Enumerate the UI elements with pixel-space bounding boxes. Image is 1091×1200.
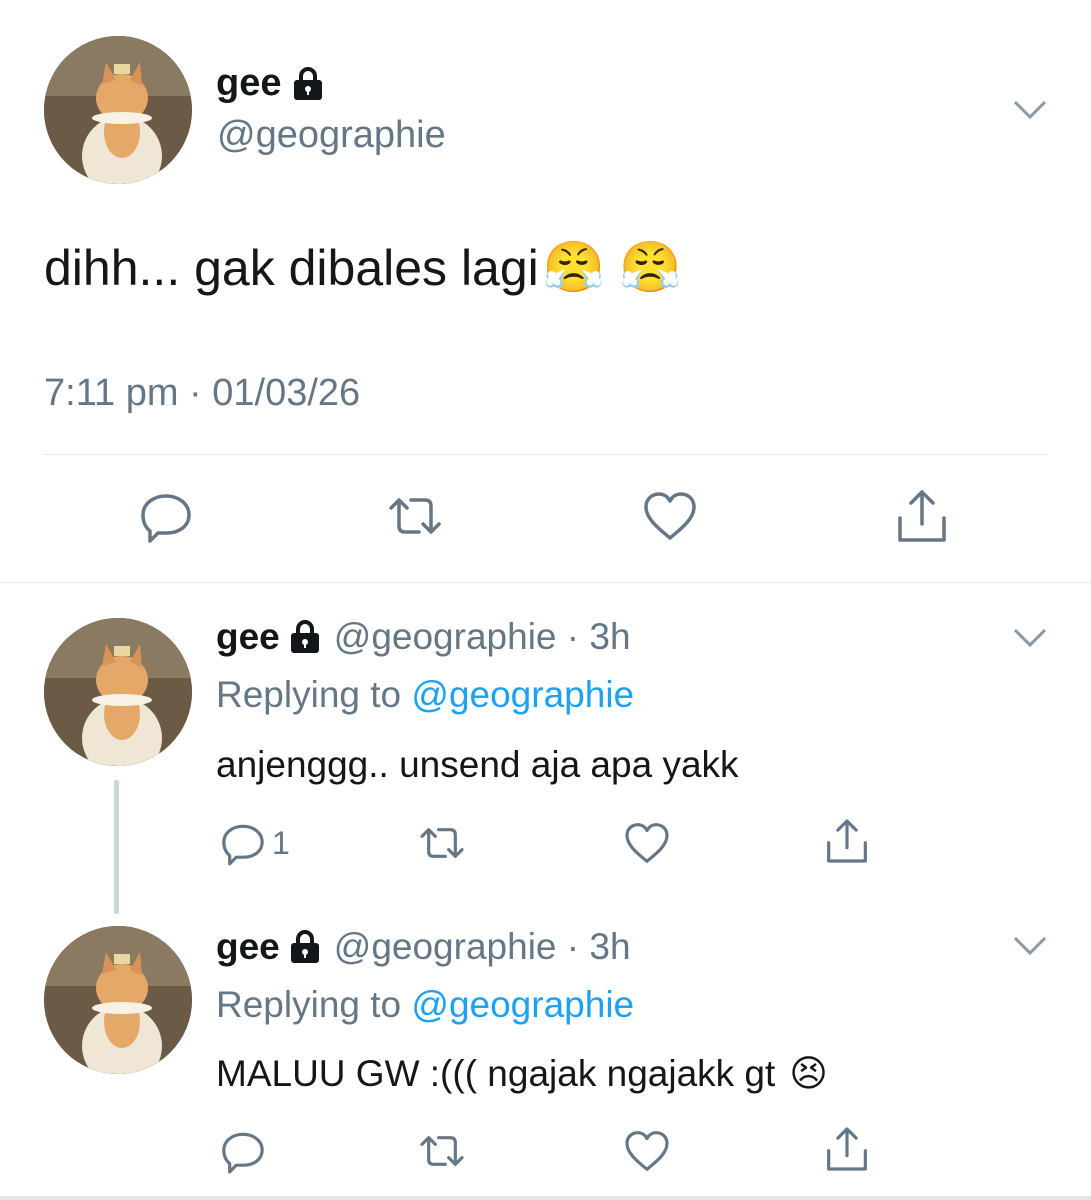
avatar[interactable]: [44, 36, 192, 184]
author-name[interactable]: gee: [216, 926, 280, 968]
retweet-icon: [420, 828, 464, 858]
share-icon: [827, 819, 867, 863]
author-name[interactable]: gee: [216, 62, 323, 105]
reply-time[interactable]: 3h: [589, 926, 630, 968]
emoji: 😣: [789, 1053, 828, 1094]
replying-to: Replying to @geographie: [216, 984, 634, 1026]
reply-header[interactable]: gee @geographie · 3h: [216, 616, 631, 658]
mention-link[interactable]: @geographie: [411, 674, 634, 715]
separator-dot: ·: [556, 616, 590, 657]
author-handle[interactable]: @geographie: [334, 616, 557, 658]
retweet-button[interactable]: [417, 818, 467, 873]
replying-to: Replying to @geographie: [216, 674, 634, 716]
reply-icon: [222, 824, 264, 866]
mention-link[interactable]: @geographie: [411, 984, 634, 1025]
share-button[interactable]: [822, 1124, 872, 1179]
reply-text-body: anjenggg.. unsend aja apa yakk: [216, 744, 739, 785]
tweet-text: dihh... gak dibales lagi 😤 😤: [44, 238, 681, 297]
retweet-icon: [420, 1136, 464, 1166]
author-handle[interactable]: @geographie: [217, 114, 446, 157]
reply-text-body: MALUU GW :((( ngajak ngajakk gt: [216, 1052, 776, 1094]
reply-button[interactable]: [136, 486, 196, 551]
avatar[interactable]: [44, 926, 192, 1074]
share-icon: [898, 490, 946, 542]
reply-button[interactable]: [218, 1126, 268, 1181]
cat-avatar-image: [44, 926, 192, 1074]
cat-avatar-image: [44, 618, 192, 766]
retweet-button[interactable]: [417, 1126, 467, 1181]
heart-icon: [625, 1131, 669, 1171]
chevron-down-icon[interactable]: [1013, 936, 1047, 961]
thread-line: [114, 780, 119, 914]
divider: [0, 582, 1091, 583]
retweet-button[interactable]: [385, 486, 445, 551]
reply-button[interactable]: 1: [218, 818, 290, 868]
reply-count: 1: [272, 824, 290, 861]
replying-to-label: Replying to: [216, 984, 402, 1025]
like-button[interactable]: [622, 818, 672, 873]
share-button[interactable]: [892, 486, 952, 551]
reply-icon: [141, 494, 191, 543]
emoji: 😤: [542, 239, 606, 295]
author-name[interactable]: gee: [216, 616, 280, 658]
lock-icon: [290, 930, 320, 964]
tweet-text-body: dihh... gak dibales lagi: [44, 239, 539, 296]
cat-avatar-image: [44, 36, 192, 184]
reply-text: anjenggg.. unsend aja apa yakk: [216, 744, 739, 786]
share-button[interactable]: [822, 816, 872, 871]
share-icon: [827, 1127, 867, 1171]
retweet-icon: [389, 498, 441, 534]
lock-icon: [293, 66, 323, 101]
tweet-timestamp[interactable]: 7:11 pm · 01/03/26: [44, 372, 360, 415]
reply-header[interactable]: gee @geographie · 3h: [216, 926, 631, 968]
reply-text: MALUU GW :((( ngajak ngajakk gt 😣: [216, 1052, 828, 1095]
chevron-down-icon[interactable]: [1013, 628, 1047, 653]
like-button[interactable]: [622, 1126, 672, 1181]
reply-icon: [222, 1132, 264, 1174]
reply-time[interactable]: 3h: [589, 616, 630, 658]
heart-icon: [625, 823, 669, 863]
like-button[interactable]: [640, 486, 700, 551]
separator-dot: ·: [556, 926, 590, 967]
author-handle[interactable]: @geographie: [334, 926, 557, 968]
lock-icon: [290, 620, 320, 654]
heart-icon: [644, 492, 696, 540]
replying-to-label: Replying to: [216, 674, 402, 715]
author-name-text[interactable]: gee: [216, 62, 281, 105]
divider: [0, 1196, 1091, 1200]
chevron-down-icon[interactable]: [1013, 100, 1047, 125]
divider: [44, 454, 1047, 455]
avatar[interactable]: [44, 618, 192, 766]
emoji: 😤: [619, 239, 682, 295]
